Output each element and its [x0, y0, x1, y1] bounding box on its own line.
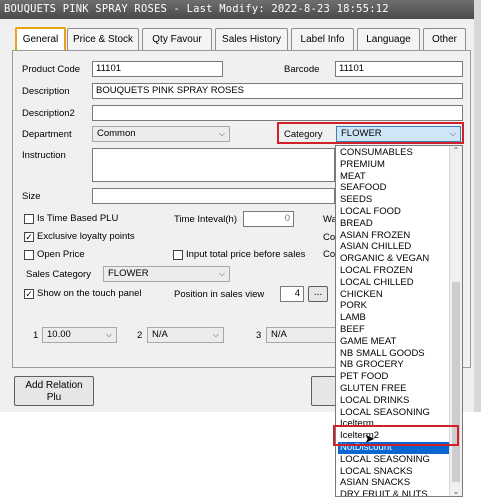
- dropdown-option[interactable]: ORGANIC & VEGAN: [338, 253, 450, 265]
- exclusive-loyalty-label: Exclusive loyalty points: [37, 231, 135, 242]
- tab-qty-favour[interactable]: Qty Favour: [142, 28, 212, 50]
- dropdown-option[interactable]: LOCAL FROZEN: [338, 265, 450, 277]
- window-edge: [474, 0, 481, 412]
- show-touch-checkbox[interactable]: ✓: [24, 289, 34, 299]
- tab-language[interactable]: Language: [357, 28, 420, 50]
- dropdown-option[interactable]: SEEDS: [338, 194, 450, 206]
- dropdown-option[interactable]: CHICKEN: [338, 289, 450, 301]
- chevron-down-icon: ⌵: [218, 269, 225, 278]
- position-input[interactable]: 4: [280, 286, 304, 302]
- barcode-input[interactable]: 11101: [335, 61, 463, 77]
- dropdown-option[interactable]: SEAFOOD: [338, 182, 450, 194]
- instruction-label: Instruction: [22, 150, 66, 161]
- sales-category-select[interactable]: FLOWER ⌵: [103, 266, 230, 282]
- level3-value: N/A: [271, 329, 287, 340]
- open-price-label: Open Price: [37, 249, 85, 260]
- chevron-down-icon: ⌵: [218, 129, 225, 138]
- department-value: Common: [97, 128, 136, 139]
- notdiscount-highlight: [333, 425, 459, 446]
- partial-label-co1: Co: [323, 232, 336, 243]
- dropdown-option[interactable]: LOCAL SEASONING: [338, 407, 450, 419]
- scroll-down-icon[interactable]: ⌄: [450, 487, 462, 496]
- dropdown-option[interactable]: DRY FRUIT & NUTS: [338, 489, 450, 496]
- input-total-checkbox[interactable]: [173, 250, 183, 260]
- description2-label: Description2: [22, 108, 75, 119]
- time-interval-label: Time Inteval(h): [174, 214, 237, 225]
- product-code-label: Product Code: [22, 64, 81, 75]
- dropdown-option[interactable]: ASIAN SNACKS: [338, 477, 450, 489]
- dropdown-option[interactable]: CONSUMABLES: [338, 147, 450, 159]
- exclusive-loyalty-checkbox[interactable]: ✓: [24, 232, 34, 242]
- position-picker-button[interactable]: ...: [308, 286, 328, 302]
- dropdown-option[interactable]: PORK: [338, 300, 450, 312]
- dropdown-option[interactable]: NB GROCERY: [338, 359, 450, 371]
- window-title: BOUQUETS PINK SPRAY ROSES - Last Modify:…: [0, 0, 481, 19]
- chevron-down-icon: ⌵: [105, 330, 112, 339]
- chevron-down-icon: ⌵: [212, 330, 219, 339]
- product-code-input[interactable]: 11101: [92, 61, 223, 77]
- show-touch-label: Show on the touch panel: [37, 288, 142, 299]
- category-label: Category: [284, 129, 323, 140]
- level2-label: 2: [137, 330, 143, 341]
- dropdown-option[interactable]: LOCAL CHILLED: [338, 277, 450, 289]
- dropdown-option[interactable]: LOCAL SNACKS: [338, 466, 450, 478]
- level3-select[interactable]: N/A: [266, 327, 336, 343]
- dropdown-option[interactable]: LOCAL DRINKS: [338, 395, 450, 407]
- level1-select[interactable]: 10.00 ⌵: [42, 327, 117, 343]
- dropdown-option[interactable]: GLUTEN FREE: [338, 383, 450, 395]
- dropdown-option[interactable]: GAME MEAT: [338, 336, 450, 348]
- dropdown-option[interactable]: ASIAN CHILLED: [338, 241, 450, 253]
- level1-label: 1: [33, 330, 39, 341]
- dropdown-option[interactable]: NB SMALL GOODS: [338, 348, 450, 360]
- dropdown-option[interactable]: LOCAL SEASONING: [338, 454, 450, 466]
- add-relation-label-line1: Add Relation: [25, 380, 83, 391]
- time-based-label: Is Time Based PLU: [37, 213, 119, 224]
- level3-label: 3: [256, 330, 262, 341]
- level1-value: 10.00: [47, 329, 71, 340]
- category-value: FLOWER: [341, 128, 382, 139]
- dropdown-option[interactable]: LAMB: [338, 312, 450, 324]
- mouse-cursor-icon: ➤: [364, 431, 375, 446]
- size-input[interactable]: [92, 188, 335, 204]
- description-label: Description: [22, 86, 70, 97]
- level2-value: N/A: [152, 329, 168, 340]
- dropdown-option[interactable]: LOCAL FOOD: [338, 206, 450, 218]
- dropdown-option[interactable]: PREMIUM: [338, 159, 450, 171]
- size-label: Size: [22, 191, 41, 202]
- open-price-checkbox[interactable]: [24, 250, 34, 260]
- description-input[interactable]: BOUQUETS PINK SPRAY ROSES: [92, 83, 463, 99]
- dropdown-option[interactable]: MEAT: [338, 171, 450, 183]
- scroll-up-icon[interactable]: ⌃: [450, 146, 462, 155]
- department-label: Department: [22, 129, 72, 140]
- dropdown-option[interactable]: BREAD: [338, 218, 450, 230]
- instruction-textarea[interactable]: [92, 148, 335, 182]
- input-total-label: Input total price before sales: [186, 249, 306, 260]
- dropdown-option[interactable]: PET FOOD: [338, 371, 450, 383]
- tab-price-stock[interactable]: Price & Stock: [67, 28, 139, 50]
- time-based-checkbox[interactable]: [24, 214, 34, 224]
- tab-label-info[interactable]: Label Info: [291, 28, 354, 50]
- sales-category-label: Sales Category: [26, 269, 91, 280]
- add-relation-label-line2: Plu: [46, 392, 62, 403]
- position-label: Position in sales view: [174, 289, 265, 300]
- partial-label-co2: Co: [323, 249, 336, 260]
- dropdown-option[interactable]: BEEF: [338, 324, 450, 336]
- time-interval-input[interactable]: 0: [243, 211, 294, 227]
- category-select[interactable]: FLOWER ⌵: [336, 126, 461, 142]
- level2-select[interactable]: N/A ⌵: [147, 327, 224, 343]
- add-relation-plu-button[interactable]: Add Relation Plu: [14, 376, 94, 406]
- chevron-down-icon: ⌵: [449, 129, 456, 138]
- tab-general[interactable]: General: [15, 27, 66, 51]
- tab-other[interactable]: Other: [423, 28, 466, 50]
- description2-input[interactable]: [92, 105, 463, 121]
- tab-sales-history[interactable]: Sales History: [215, 28, 288, 50]
- barcode-label: Barcode: [284, 64, 320, 75]
- scrollbar-thumb[interactable]: [452, 282, 460, 482]
- sales-category-value: FLOWER: [108, 268, 149, 279]
- dropdown-option[interactable]: ASIAN FROZEN: [338, 230, 450, 242]
- department-select[interactable]: Common ⌵: [92, 126, 230, 142]
